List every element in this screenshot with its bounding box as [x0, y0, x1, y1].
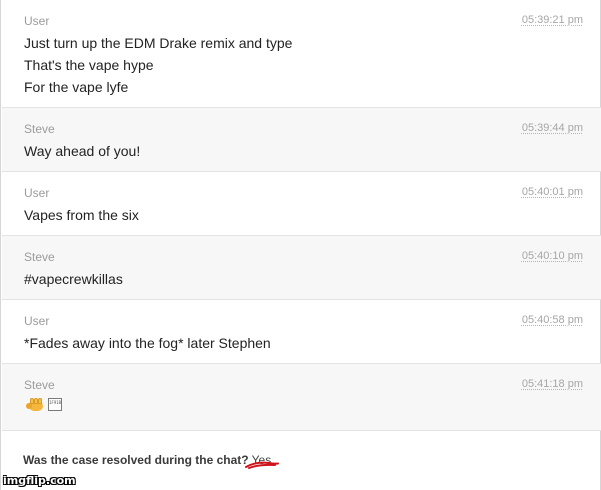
message-text-line: #vapecrewkillas [24, 271, 123, 287]
imgflip-watermark: imgflip.com [3, 474, 76, 487]
message-sender: Steve [24, 250, 55, 264]
chat-message: User 05:39:21 pm Just turn up the EDM Dr… [2, 0, 601, 108]
fist-icon [26, 397, 44, 412]
chat-transcript: User 05:39:21 pm Just turn up the EDM Dr… [0, 0, 601, 490]
chat-message: Steve 05:41:18 pm 1F91B [2, 364, 601, 431]
message-text-line: *Fades away into the fog* later Stephen [24, 335, 271, 351]
unknown-glyph-icon: 1F91B [48, 398, 62, 411]
chat-message: User 05:40:58 pm *Fades away into the fo… [2, 300, 601, 364]
message-text-line: Way ahead of you! [24, 143, 141, 159]
message-timestamp: 05:41:18 pm [521, 378, 583, 390]
case-resolved-question: Was the case resolved during the chat? [23, 453, 249, 467]
message-timestamp: 05:40:01 pm [521, 186, 583, 198]
chat-message: User 05:40:01 pm Vapes from the six [2, 172, 601, 236]
message-timestamp: 05:40:58 pm [521, 314, 583, 326]
message-sender: Steve [24, 122, 55, 136]
message-timestamp: 05:40:10 pm [521, 250, 583, 262]
message-text-line: For the vape lyfe [24, 79, 129, 95]
case-resolved-row: Was the case resolved during the chat? Ye… [23, 453, 271, 467]
message-sender: Steve [24, 378, 55, 392]
message-timestamp: 05:39:44 pm [521, 122, 583, 134]
message-text-line: Just turn up the EDM Drake remix and typ… [24, 35, 293, 51]
message-sender: User [24, 14, 50, 28]
message-text-line: That's the vape hype [24, 57, 154, 73]
red-underline-scribble [245, 461, 279, 469]
chat-message: Steve 05:39:44 pm Way ahead of you! [2, 108, 601, 172]
message-sender: User [24, 314, 50, 328]
chat-message: Steve 05:40:10 pm #vapecrewkillas [2, 236, 601, 300]
message-emoji-content: 1F91B [26, 397, 62, 412]
message-text-line: Vapes from the six [24, 207, 139, 223]
message-timestamp: 05:39:21 pm [521, 14, 583, 26]
message-sender: User [24, 186, 50, 200]
